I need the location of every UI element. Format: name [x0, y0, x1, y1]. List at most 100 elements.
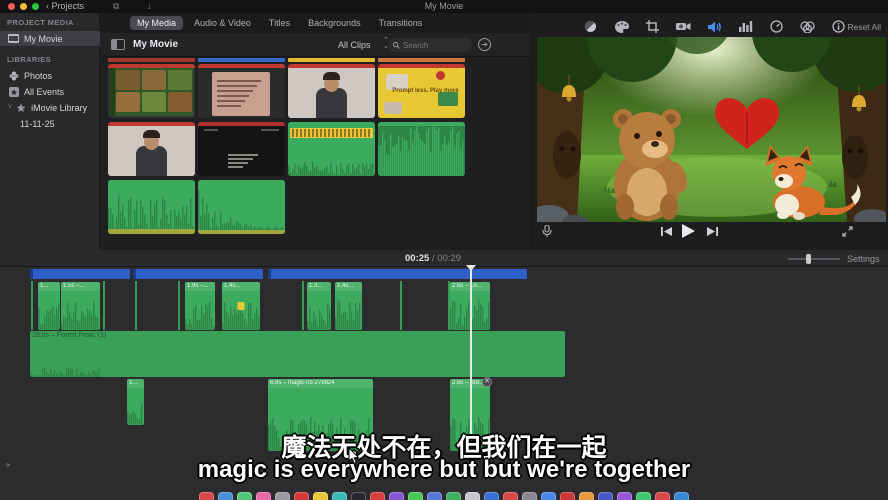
clip-strip[interactable]	[108, 58, 195, 62]
volume-icon[interactable]	[706, 19, 723, 34]
crop-icon[interactable]	[644, 19, 661, 34]
sidebar-item-photos[interactable]: Photos	[0, 68, 100, 83]
dock-app-icon[interactable]	[389, 492, 404, 500]
playhead[interactable]	[470, 267, 472, 451]
dock-app-icon[interactable]	[636, 492, 651, 500]
clips-filter-dropdown[interactable]: All Clips	[338, 40, 371, 50]
tab-transitions[interactable]: Transitions	[372, 16, 430, 30]
color-palette-icon[interactable]	[613, 19, 630, 34]
audio-clip-decay[interactable]	[198, 180, 285, 234]
sidebar-item-imovie-library[interactable]: ˅iMovie Library	[0, 100, 100, 115]
dock-app-icon[interactable]	[674, 492, 689, 500]
dock-app-icon[interactable]	[465, 492, 480, 500]
color-balance-icon[interactable]	[582, 19, 599, 34]
clip-duration-bar	[108, 64, 195, 68]
dock-app-icon[interactable]	[256, 492, 271, 500]
audio-clip[interactable]: 1...	[38, 282, 60, 330]
dock-app-icon[interactable]	[484, 492, 499, 500]
timeline-zoom-slider[interactable]	[788, 258, 840, 260]
clip-filter-icon[interactable]	[799, 19, 816, 34]
audio-clip-yellow[interactable]	[288, 122, 375, 176]
clip-duration-bar	[108, 122, 195, 126]
dock-app-icon[interactable]	[332, 492, 347, 500]
dock-app-icon[interactable]	[199, 492, 214, 500]
macos-dock	[0, 492, 888, 500]
dock-app-icon[interactable]	[522, 492, 537, 500]
audio-clip[interactable]: 1.3...	[307, 282, 331, 330]
stabilization-icon[interactable]	[675, 19, 692, 34]
audio-clip[interactable]: 1.4s...	[222, 282, 260, 330]
next-frame-icon[interactable]	[707, 227, 718, 236]
dock-app-icon[interactable]	[541, 492, 556, 500]
webcam-clip[interactable]	[108, 122, 195, 176]
noise-reduction-icon[interactable]	[737, 19, 754, 34]
presenter-clip[interactable]	[288, 64, 375, 118]
slider-knob[interactable]	[806, 254, 811, 264]
speed-icon[interactable]	[768, 19, 785, 34]
bear-collage-clip[interactable]	[108, 64, 195, 118]
music-clip[interactable]: 29.0s – Forest Frolic (1)	[30, 331, 565, 377]
playhead-marker-icon[interactable]	[466, 265, 476, 271]
clip-duration-bar	[288, 64, 375, 68]
chevron-down-icon[interactable]: ˅	[8, 104, 12, 111]
dock-app-icon[interactable]	[503, 492, 518, 500]
audio-clip-tall[interactable]	[378, 122, 465, 176]
sidebar-toggle-icon[interactable]	[111, 39, 125, 50]
info-icon[interactable]	[830, 19, 847, 34]
dock-app-icon[interactable]	[446, 492, 461, 500]
document-clip[interactable]	[198, 64, 285, 118]
search-input[interactable]	[403, 41, 463, 50]
dock-app-icon[interactable]	[655, 492, 670, 500]
screen-recording-clip[interactable]	[198, 122, 285, 176]
play-button[interactable]	[682, 224, 695, 238]
clip-duration-bar	[198, 180, 285, 184]
previous-frame-icon[interactable]	[661, 227, 672, 236]
title-clip[interactable]	[268, 269, 527, 279]
timeline-settings-button[interactable]: Settings	[847, 254, 880, 264]
dock-app-icon[interactable]	[275, 492, 290, 500]
tab-backgrounds[interactable]: Backgrounds	[301, 16, 368, 30]
dock-app-icon[interactable]	[427, 492, 442, 500]
promo-clip[interactable]: Prompt less. Play more	[378, 64, 465, 118]
sidebar-item-my-movie[interactable]: My Movie	[0, 31, 100, 46]
dock-app-icon[interactable]	[294, 492, 309, 500]
clip-duration-bar	[288, 122, 375, 126]
clip-strip[interactable]	[378, 58, 465, 62]
media-tabs: My Media Audio & Video Titles Backgrounds Tr…	[100, 13, 530, 33]
search-box[interactable]	[388, 38, 472, 52]
audio-clip[interactable]: 1.5s –...	[61, 282, 100, 330]
audio-clip[interactable]: 1...	[127, 379, 144, 425]
reset-all-button[interactable]: Reset All	[847, 22, 881, 32]
sidebar-item-all-events[interactable]: All Events	[0, 84, 100, 99]
dock-app-icon[interactable]	[598, 492, 613, 500]
audio-waveform	[108, 194, 195, 234]
dock-app-icon[interactable]	[313, 492, 328, 500]
dock-app-icon[interactable]	[351, 492, 366, 500]
dock-app-icon[interactable]	[408, 492, 423, 500]
dock-app-icon[interactable]	[218, 492, 233, 500]
sidebar-item-11-11-25[interactable]: 11-11-25	[0, 116, 100, 131]
clip-connector	[135, 281, 137, 330]
clip-connector	[178, 281, 180, 330]
recent-imports-icon[interactable]: ➔	[478, 38, 491, 51]
tab-my-media[interactable]: My Media	[130, 16, 183, 30]
dock-app-icon[interactable]	[617, 492, 632, 500]
clip-strip[interactable]	[288, 58, 375, 62]
dock-app-icon[interactable]	[370, 492, 385, 500]
dock-app-icon[interactable]	[560, 492, 575, 500]
audio-clip[interactable]: 1.4s...	[335, 282, 362, 330]
fullscreen-icon[interactable]	[842, 226, 853, 237]
audio-clip[interactable]: 1.9s –...	[185, 282, 215, 330]
title-clip[interactable]	[133, 269, 263, 279]
clip-strip[interactable]	[198, 58, 285, 62]
tab-audio-video[interactable]: Audio & Video	[187, 16, 258, 30]
microphone-icon[interactable]	[542, 225, 552, 238]
title-clip[interactable]	[30, 269, 130, 279]
tab-titles[interactable]: Titles	[262, 16, 297, 30]
dock-app-icon[interactable]	[579, 492, 594, 500]
dock-app-icon[interactable]	[237, 492, 252, 500]
remove-badge-icon[interactable]: ✕	[482, 377, 492, 387]
audio-waveform	[307, 300, 331, 330]
audio-clip-spiky[interactable]	[108, 180, 195, 234]
clip-label: 1.3...	[309, 283, 322, 289]
